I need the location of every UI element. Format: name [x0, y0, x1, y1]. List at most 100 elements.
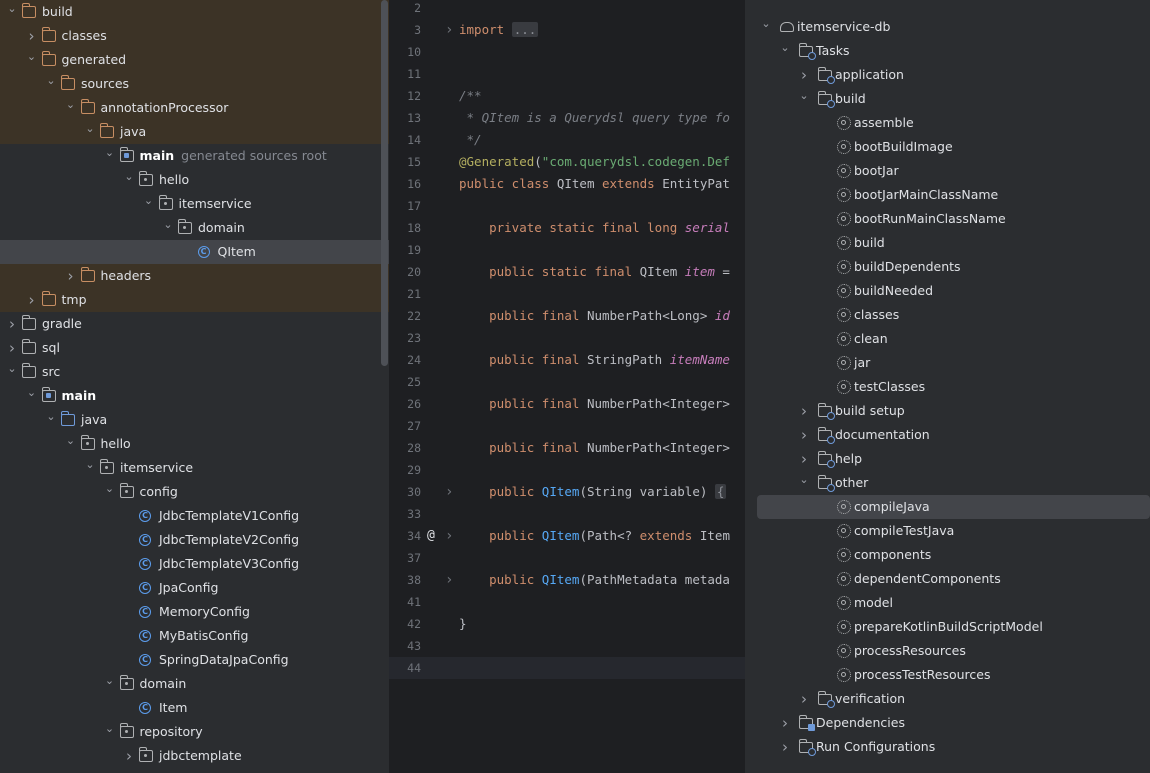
tree-node-build[interactable]: ⌄ build	[0, 0, 389, 24]
chevron-down-icon[interactable]: ⌄	[104, 480, 116, 504]
fold-expand-icon[interactable]: ›	[445, 525, 453, 547]
chevron-right-icon[interactable]: ›	[798, 447, 810, 471]
tree-node-hello[interactable]: ⌄ hello	[0, 168, 389, 192]
chevron-down-icon[interactable]: ⌄	[104, 672, 116, 696]
chevron-down-icon[interactable]: ⌄	[162, 216, 174, 240]
gradle-node-build-dependents[interactable]: buildDependents	[745, 255, 1150, 279]
chevron-right-icon[interactable]: ›	[779, 735, 791, 759]
code-token[interactable]: ...	[511, 22, 539, 37]
code-line[interactable]: 28 public final NumberPath<Integer>	[389, 437, 745, 459]
gradle-node-process-resources[interactable]: processResources	[745, 639, 1150, 663]
gradle-node-clean[interactable]: clean	[745, 327, 1150, 351]
chevron-right-icon[interactable]: ›	[798, 687, 810, 711]
chevron-down-icon[interactable]: ⌄	[760, 15, 772, 33]
code-line[interactable]: 24 public final StringPath itemName	[389, 349, 745, 371]
chevron-down-icon[interactable]: ⌄	[45, 408, 57, 432]
code-line[interactable]: 25	[389, 371, 745, 393]
tree-node-jdbc-template-v1-config[interactable]: C JdbcTemplateV1Config	[0, 504, 389, 528]
override-marker-icon[interactable]: @	[427, 525, 435, 547]
code-line[interactable]: 26 public final NumberPath<Integer>	[389, 393, 745, 415]
code-line[interactable]: 15 @Generated("com.querydsl.codegen.Def	[389, 151, 745, 173]
code-line[interactable]: 44	[389, 657, 745, 679]
gradle-node-dependent-components[interactable]: dependentComponents	[745, 567, 1150, 591]
tree-node-jdbc-template-v3-config[interactable]: C JdbcTemplateV3Config	[0, 552, 389, 576]
chevron-down-icon[interactable]: ⌄	[65, 432, 77, 456]
tree-node-java[interactable]: ⌄ java	[0, 120, 389, 144]
chevron-down-icon[interactable]: ⌄	[104, 720, 116, 744]
tree-node-hello[interactable]: ⌄ hello	[0, 432, 389, 456]
gradle-node-build[interactable]: ⌄ build	[745, 87, 1150, 111]
gradle-tool-window[interactable]: ⌄ itemservice-db ⌄ Tasks › application ⌄ build a…	[745, 0, 1150, 773]
gradle-node-process-test-resources[interactable]: processTestResources	[745, 663, 1150, 687]
gradle-node-boot-jar[interactable]: bootJar	[745, 159, 1150, 183]
fold-expand-icon[interactable]: ›	[445, 481, 453, 503]
gradle-node-run-configurations[interactable]: › Run Configurations	[745, 735, 1150, 759]
chevron-down-icon[interactable]: ⌄	[45, 72, 57, 96]
chevron-right-icon[interactable]: ›	[798, 63, 810, 87]
tree-node-main[interactable]: ⌄ main generated sources root	[0, 144, 389, 168]
gradle-node-build-setup[interactable]: › build setup	[745, 399, 1150, 423]
code-line[interactable]: 37	[389, 547, 745, 569]
code-line[interactable]: 29	[389, 459, 745, 481]
chevron-down-icon[interactable]: ⌄	[6, 360, 18, 384]
tree-node-my-batis-config[interactable]: C MyBatisConfig	[0, 624, 389, 648]
chevron-down-icon[interactable]: ⌄	[6, 0, 18, 24]
code-line[interactable]: 21	[389, 283, 745, 305]
tree-node-main[interactable]: ⌄ main	[0, 384, 389, 408]
gradle-node-compile-java[interactable]: compileJava	[757, 495, 1150, 519]
code-line[interactable]: 10	[389, 41, 745, 63]
chevron-right-icon[interactable]: ›	[6, 336, 18, 360]
gradle-node-help[interactable]: › help	[745, 447, 1150, 471]
fold-expand-icon[interactable]: ›	[445, 19, 453, 41]
code-line[interactable]: 41	[389, 591, 745, 613]
chevron-right-icon[interactable]: ›	[26, 24, 38, 48]
code-line[interactable]: 11	[389, 63, 745, 85]
code-line[interactable]: 3 › import ...	[389, 19, 745, 41]
gradle-node-model[interactable]: model	[745, 591, 1150, 615]
code-line[interactable]: 13 * QItem is a Querydsl query type fo	[389, 107, 745, 129]
gradle-node-build[interactable]: build	[745, 231, 1150, 255]
gradle-node-components[interactable]: components	[745, 543, 1150, 567]
tree-node-itemservice[interactable]: ⌄ itemservice	[0, 456, 389, 480]
tree-node-itemservice[interactable]: ⌄ itemservice	[0, 192, 389, 216]
chevron-down-icon[interactable]: ⌄	[143, 192, 155, 216]
code-line[interactable]: 42}	[389, 613, 745, 635]
tree-node-repository[interactable]: ⌄ repository	[0, 720, 389, 744]
chevron-right-icon[interactable]: ›	[6, 312, 18, 336]
code-editor[interactable]: 2 3 › import ... 10 11 12/** 13 * QItem is a Qu…	[389, 0, 745, 773]
code-line[interactable]: 38 › public QItem(PathMetadata metada	[389, 569, 745, 591]
tree-node-generated[interactable]: ⌄ generated	[0, 48, 389, 72]
chevron-right-icon[interactable]: ›	[123, 744, 135, 768]
tree-node-annotation-processor[interactable]: ⌄ annotationProcessor	[0, 96, 389, 120]
chevron-down-icon[interactable]: ⌄	[798, 471, 810, 489]
project-tree-panel[interactable]: ⌄ build › classes ⌄ generated ⌄ sources ⌄ annotat…	[0, 0, 389, 773]
tree-node-item[interactable]: C Item	[0, 696, 389, 720]
tree-node-sql[interactable]: › sql	[0, 336, 389, 360]
gradle-node-other[interactable]: ⌄ other	[745, 471, 1150, 495]
code-line[interactable]: 43	[389, 635, 745, 657]
gradle-node-classes[interactable]: classes	[745, 303, 1150, 327]
code-line[interactable]: 18 private static final long serial	[389, 217, 745, 239]
code-line[interactable]: 12 /**	[389, 85, 745, 107]
tree-node-java[interactable]: ⌄ java	[0, 408, 389, 432]
code-line[interactable]: 33	[389, 503, 745, 525]
tree-node-jdbc-template-v2-config[interactable]: C JdbcTemplateV2Config	[0, 528, 389, 552]
tree-node-tmp[interactable]: › tmp	[0, 288, 389, 312]
tree-node-gradle[interactable]: › gradle	[0, 312, 389, 336]
tree-node-sources[interactable]: ⌄ sources	[0, 72, 389, 96]
tree-node-domain[interactable]: ⌄ domain	[0, 216, 389, 240]
chevron-down-icon[interactable]: ⌄	[84, 456, 96, 480]
tree-node-src[interactable]: ⌄ src	[0, 360, 389, 384]
chevron-down-icon[interactable]: ⌄	[26, 384, 38, 408]
code-line[interactable]: 2	[389, 0, 745, 19]
gradle-node-boot-run-main-class-name[interactable]: bootRunMainClassName	[745, 207, 1150, 231]
fold-expand-icon[interactable]: ›	[445, 569, 453, 591]
code-line[interactable]: 17	[389, 195, 745, 217]
tree-node-jpa-config[interactable]: C JpaConfig	[0, 576, 389, 600]
gradle-node-jar[interactable]: jar	[745, 351, 1150, 375]
gradle-node-assemble[interactable]: assemble	[745, 111, 1150, 135]
gradle-node-verification[interactable]: › verification	[745, 687, 1150, 711]
code-line[interactable]: 34 @ › public QItem(Path<? extends Item	[389, 525, 745, 547]
chevron-down-icon[interactable]: ⌄	[65, 96, 77, 120]
gradle-node-boot-jar-main-class-name[interactable]: bootJarMainClassName	[745, 183, 1150, 207]
